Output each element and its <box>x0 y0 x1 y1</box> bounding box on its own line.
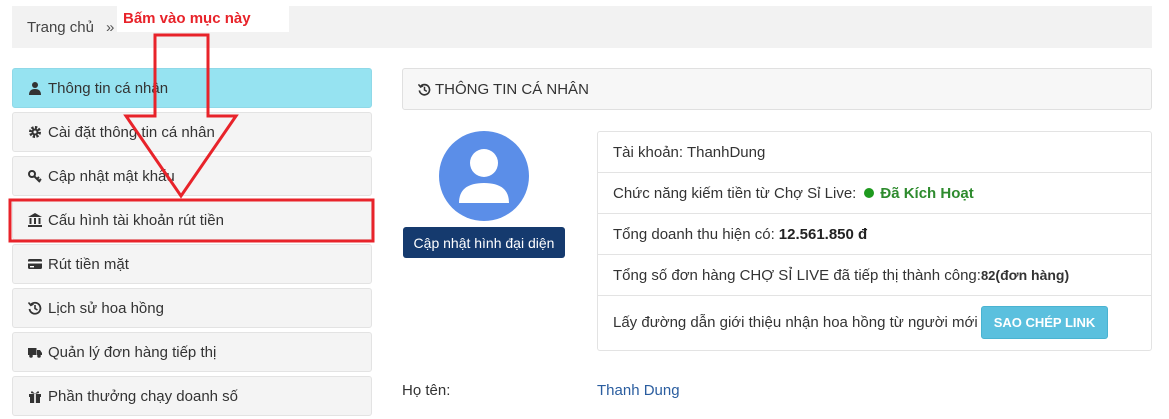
sidebar-item-label: Rút tiền mặt <box>48 255 129 273</box>
orders-unit: (đơn hàng) <box>995 267 1070 283</box>
credit-card-icon <box>27 256 43 272</box>
user-icon <box>27 80 43 96</box>
orders-label: Tổng số đơn hàng CHỢ SỈ LIVE đã tiếp thị… <box>613 266 981 284</box>
feature-label: Chức năng kiếm tiền từ Chợ Sỉ Live: <box>613 184 857 202</box>
status-badge: Đã Kích Hoạt <box>864 184 974 202</box>
breadcrumb-separator: » <box>105 18 115 36</box>
sidebar-item-withdraw-config[interactable]: Cấu hình tài khoản rút tiền <box>12 200 372 240</box>
referral-label: Lấy đường dẫn giới thiệu nhận hoa hồng t… <box>613 313 978 331</box>
breadcrumb-home[interactable]: Trang chủ <box>27 19 94 36</box>
sidebar: Thông tin cá nhân Cài đặt thông tin cá n… <box>12 68 372 419</box>
panel-title: THÔNG TIN CÁ NHÂN <box>435 80 589 98</box>
panel-header: THÔNG TIN CÁ NHÂN <box>402 68 1152 110</box>
sidebar-item-sales-reward[interactable]: Phần thưởng chạy doanh số <box>12 376 372 416</box>
copy-link-button[interactable]: SAO CHÉP LINK <box>980 305 1109 339</box>
sidebar-item-label: Lịch sử hoa hồng <box>48 299 164 317</box>
info-row-revenue: Tổng doanh thu hiện có: 12.561.850 đ <box>598 214 1151 255</box>
key-icon <box>27 168 43 184</box>
info-row-feature: Chức năng kiếm tiền từ Chợ Sỉ Live: Đã K… <box>598 173 1151 214</box>
history-icon <box>418 83 431 96</box>
annotation-callout: Bấm vào mục này <box>117 6 289 32</box>
history-icon <box>27 300 43 316</box>
info-row-orders: Tổng số đơn hàng CHỢ SỈ LIVE đã tiếp thị… <box>598 255 1151 296</box>
sidebar-item-settings[interactable]: Cài đặt thông tin cá nhân <box>12 112 372 152</box>
sidebar-item-commission-history[interactable]: Lịch sử hoa hồng <box>12 288 372 328</box>
sidebar-item-label: Thông tin cá nhân <box>48 79 169 97</box>
account-text: Tài khoản: ThanhDung <box>613 143 766 161</box>
account-info-box: Tài khoản: ThanhDung Chức năng kiếm tiền… <box>597 131 1152 351</box>
name-label: Họ tên: <box>402 382 451 399</box>
sidebar-item-password[interactable]: Cập nhật mật khẩu <box>12 156 372 196</box>
sidebar-item-label: Cài đặt thông tin cá nhân <box>48 123 215 141</box>
revenue-value: 12.561.850 đ <box>778 225 868 243</box>
revenue-label: Tổng doanh thu hiện có: <box>613 225 775 243</box>
update-avatar-button[interactable]: Cập nhật hình đại diện <box>403 227 565 258</box>
avatar-placeholder-icon <box>459 149 509 203</box>
name-value: Thanh Dung <box>597 382 680 399</box>
orders-count: 82 <box>980 267 996 283</box>
annotation-text: Bấm vào mục này <box>123 10 251 27</box>
avatar <box>439 131 529 221</box>
sidebar-item-label: Quản lý đơn hàng tiếp thị <box>48 343 217 361</box>
bank-icon <box>27 212 43 228</box>
info-row-referral: Lấy đường dẫn giới thiệu nhận hoa hồng t… <box>598 296 1151 348</box>
feature-status: Đã Kích Hoạt <box>880 184 974 202</box>
sidebar-item-cash-withdraw[interactable]: Rút tiền mặt <box>12 244 372 284</box>
gift-icon <box>27 388 43 404</box>
sidebar-item-label: Cấu hình tài khoản rút tiền <box>48 211 224 229</box>
sidebar-item-personal-info[interactable]: Thông tin cá nhân <box>12 68 372 108</box>
sidebar-item-label: Phần thưởng chạy doanh số <box>48 387 239 405</box>
sidebar-item-label: Cập nhật mật khẩu <box>48 167 175 185</box>
truck-icon <box>27 344 43 360</box>
status-dot-icon <box>864 188 875 198</box>
gear-icon <box>27 124 43 140</box>
sidebar-item-marketing-orders[interactable]: Quản lý đơn hàng tiếp thị <box>12 332 372 372</box>
info-row-account: Tài khoản: ThanhDung <box>598 132 1151 173</box>
